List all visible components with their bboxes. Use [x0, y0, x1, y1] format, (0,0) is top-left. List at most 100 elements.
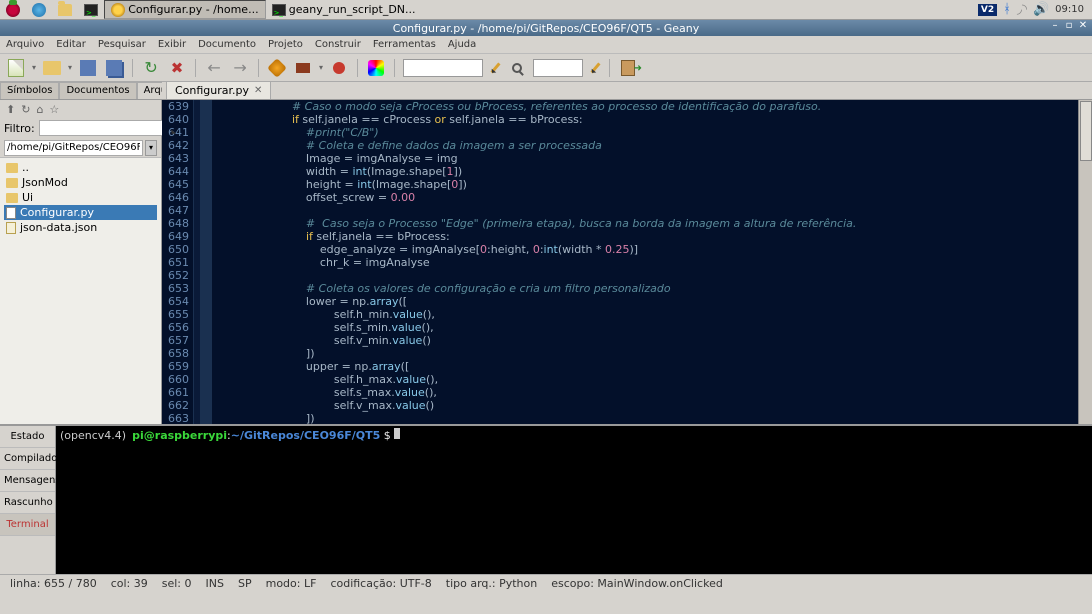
run-button[interactable] — [329, 58, 349, 78]
menu-ferramentas[interactable]: Ferramentas — [373, 39, 436, 50]
open-dropdown[interactable]: ▾ — [68, 63, 72, 72]
window-title: Configurar.py - /home/pi/GitRepos/CEO96F… — [393, 22, 699, 35]
color-picker-button[interactable] — [366, 58, 386, 78]
taskbar-label: geany_run_script_DN... — [289, 3, 416, 16]
editor-tabs: Configurar.py ✕ — [162, 82, 1092, 100]
menu-pesquisar[interactable]: Pesquisar — [98, 39, 146, 50]
nav-forward-button[interactable]: → — [230, 58, 250, 78]
tree-item[interactable]: .. — [4, 160, 157, 175]
menu-editar[interactable]: Editar — [56, 39, 86, 50]
fold-margin[interactable] — [200, 100, 212, 424]
taskbar-item-configurar[interactable]: Configurar.py - /home... — [104, 0, 266, 19]
search-input[interactable] — [403, 59, 483, 77]
editor-tab-configurar[interactable]: Configurar.py ✕ — [166, 81, 271, 99]
scrollbar-thumb[interactable] — [1080, 101, 1092, 161]
filter-label: Filtro: — [4, 122, 35, 135]
statusbar: linha: 655 / 780 col: 39 sel: 0 INS SP m… — [0, 574, 1092, 592]
window-titlebar[interactable]: Configurar.py - /home/pi/GitRepos/CEO96F… — [0, 20, 1092, 36]
new-button[interactable] — [6, 58, 26, 78]
filter-input[interactable] — [39, 120, 170, 136]
close-file-button[interactable]: ✖ — [167, 58, 187, 78]
status-line: linha: 655 / 780 — [10, 577, 97, 590]
bluetooth-icon[interactable]: ᚼ — [1003, 2, 1011, 17]
status-col: col: 39 — [111, 577, 148, 590]
open-folder-icon — [43, 61, 61, 75]
menu-arquivo[interactable]: Arquivo — [6, 39, 44, 50]
separator — [132, 59, 133, 77]
reload-button[interactable]: ↻ — [141, 58, 161, 78]
new-dropdown[interactable]: ▾ — [32, 63, 36, 72]
editor-area: Configurar.py ✕ 639640641642643644645646… — [162, 82, 1092, 424]
menu-construir[interactable]: Construir — [315, 39, 361, 50]
tree-item[interactable]: Configurar.py — [4, 205, 157, 220]
bp-tab-compilador[interactable]: Compilador — [0, 448, 55, 470]
find-button[interactable] — [507, 58, 527, 78]
taskbar-label: Configurar.py - /home... — [128, 3, 258, 16]
compile-button[interactable] — [267, 58, 287, 78]
minimize-button[interactable]: – — [1050, 21, 1060, 31]
sb-up-button[interactable]: ⬆ — [6, 103, 15, 116]
search-pencil[interactable] — [489, 58, 501, 78]
toolbar: ▾ ▾ ↻ ✖ ← → ▾ — [0, 54, 1092, 82]
terminal-launcher[interactable] — [78, 0, 104, 19]
path-dropdown[interactable]: ▾ — [145, 140, 157, 156]
vnc-icon[interactable]: V2 — [978, 4, 997, 16]
build-dropdown[interactable]: ▾ — [319, 63, 323, 72]
line-gutter[interactable]: 6396406416426436446456466476486496506516… — [162, 100, 194, 424]
separator — [609, 59, 610, 77]
file-manager-launcher[interactable] — [52, 0, 78, 19]
build-icon — [296, 63, 310, 73]
build-button[interactable] — [293, 58, 313, 78]
tab-label: Configurar.py — [175, 84, 249, 97]
sb-bookmark-button[interactable]: ☆ — [49, 103, 59, 116]
status-sp: SP — [238, 577, 252, 590]
goto-pencil[interactable] — [589, 58, 601, 78]
menu-ajuda[interactable]: Ajuda — [448, 39, 476, 50]
save-button[interactable] — [78, 58, 98, 78]
tree-item[interactable]: Ui — [4, 190, 157, 205]
save-all-icon — [106, 60, 122, 76]
menu-projeto[interactable]: Projeto — [268, 39, 303, 50]
bp-tab-estado[interactable]: Estado — [0, 426, 55, 448]
nav-back-button[interactable]: ← — [204, 58, 224, 78]
close-button[interactable]: ✕ — [1078, 21, 1088, 31]
bp-tab-mensagens[interactable]: Mensagens — [0, 470, 55, 492]
sound-icon[interactable]: 🔊 — [1033, 2, 1049, 17]
bp-tab-rascunho[interactable]: Rascunho — [0, 492, 55, 514]
compile-icon — [267, 58, 287, 78]
menu-button[interactable] — [0, 0, 26, 19]
taskbar-item-geany-script[interactable]: geany_run_script_DN... — [266, 0, 422, 19]
open-button[interactable] — [42, 58, 62, 78]
python-file-icon — [6, 207, 16, 219]
vertical-scrollbar[interactable] — [1078, 100, 1092, 424]
browser-launcher[interactable] — [26, 0, 52, 19]
code-content[interactable]: # Caso o modo seja cProcess ou bProcess,… — [212, 100, 1078, 424]
sb-refresh-button[interactable]: ↻ — [21, 103, 30, 116]
tree-item-label: Ui — [22, 191, 33, 204]
folder-icon — [6, 163, 18, 173]
tab-close-button[interactable]: ✕ — [254, 85, 262, 96]
terminal-icon — [84, 4, 98, 16]
tree-item-label: Configurar.py — [20, 206, 94, 219]
wifi-icon[interactable]: ◞◝ — [1017, 2, 1027, 17]
sidebar-tab-symbols[interactable]: Símbolos — [0, 82, 59, 99]
goto-line-input[interactable] — [533, 59, 583, 77]
sb-home-button[interactable]: ⌂ — [36, 103, 43, 116]
sidebar: Símbolos Documentos Arquivos ⬆ ↻ ⌂ ☆ Fil… — [0, 82, 162, 424]
path-input[interactable] — [4, 140, 143, 156]
separator — [357, 59, 358, 77]
menu-documento[interactable]: Documento — [198, 39, 256, 50]
save-all-button[interactable] — [104, 58, 124, 78]
code-editor[interactable]: 6396406416426436446456466476486496506516… — [162, 100, 1092, 424]
terminal[interactable]: (opencv4.4) pi@raspberrypi:~/GitRepos/CE… — [56, 426, 1092, 574]
tree-item[interactable]: json-data.json — [4, 220, 157, 235]
quit-button[interactable] — [618, 58, 638, 78]
maximize-button[interactable]: ▫ — [1064, 21, 1074, 31]
sidebar-tab-documents[interactable]: Documentos — [59, 82, 136, 99]
tree-item[interactable]: JsonMod — [4, 175, 157, 190]
menu-exibir[interactable]: Exibir — [158, 39, 186, 50]
bp-tab-terminal[interactable]: Terminal — [0, 514, 55, 536]
clock[interactable]: 09:10 — [1055, 4, 1084, 15]
json-file-icon — [6, 222, 16, 234]
file-tree[interactable]: ..JsonModUi Configurar.pyjson-data.json — [0, 158, 161, 424]
